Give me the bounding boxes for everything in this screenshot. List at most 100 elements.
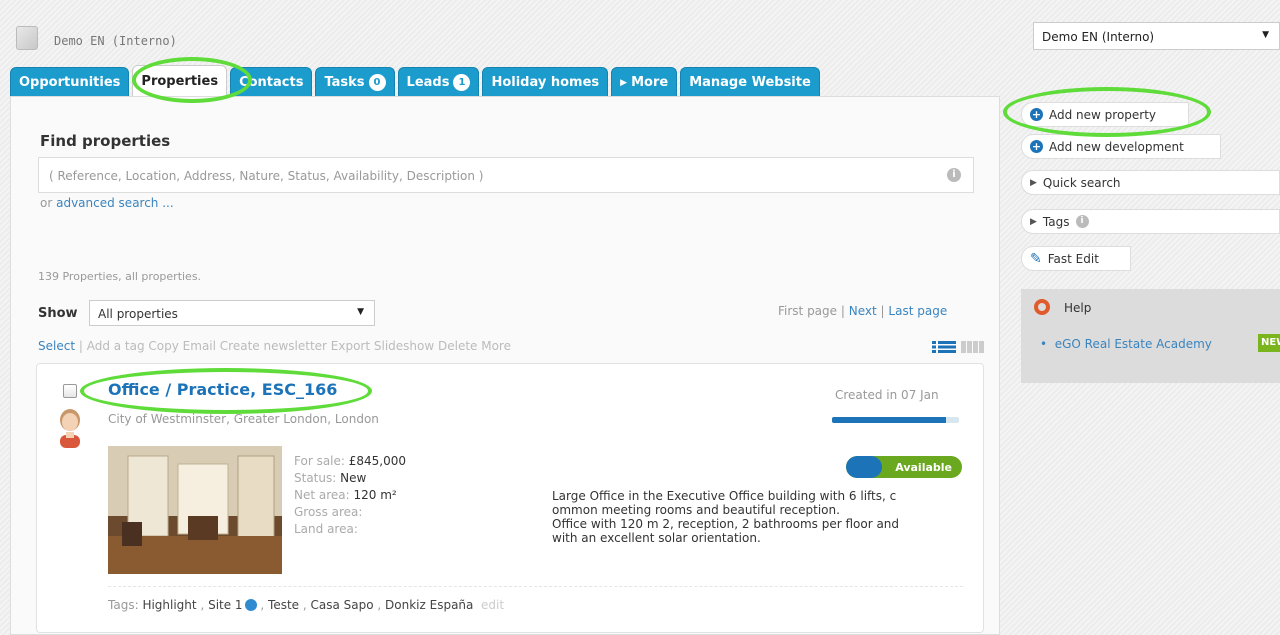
academy-link[interactable]: • eGO Real Estate Academy [1040, 337, 1212, 351]
completeness-bar [832, 417, 959, 423]
property-description: Large Office in the Executive Office bui… [552, 489, 972, 545]
last-page-link[interactable]: Last page [888, 304, 947, 318]
property-select-checkbox[interactable] [63, 384, 77, 398]
tab-contacts[interactable]: Contacts [230, 67, 313, 97]
show-filter-value: All properties [98, 307, 178, 321]
fast-edit-label: Fast Edit [1047, 251, 1099, 266]
tab-properties[interactable]: Properties [132, 65, 228, 97]
quick-search-label: Quick search [1042, 175, 1121, 190]
academy-label: eGO Real Estate Academy [1054, 337, 1212, 351]
add-new-property-button[interactable]: + Add new property [1021, 102, 1189, 127]
workspace-select-value: Demo EN (Interno) [1042, 30, 1155, 44]
tab-leads[interactable]: Leads 1 [397, 67, 480, 97]
detail-status: Status: New [294, 470, 406, 487]
triangle-right-icon: ▶ [1030, 216, 1037, 227]
tag-item[interactable]: Casa Sapo [311, 598, 374, 612]
results-count: 139 Properties, all properties. [38, 270, 202, 283]
property-title-link[interactable]: Office / Practice, ESC_166 [108, 380, 337, 399]
find-properties-title: Find properties [40, 132, 171, 150]
property-location: City of Westminster, Greater London, Lon… [108, 412, 379, 426]
description-line: Large Office in the Executive Office bui… [552, 489, 897, 503]
tab-label: Contacts [239, 75, 304, 90]
description-line: Office with 120 m 2, reception, 2 bathro… [552, 517, 900, 531]
tab-label: Holiday homes [491, 75, 600, 90]
tags-sidebar-label: Tags [1042, 214, 1070, 229]
card-divider [108, 586, 963, 587]
first-page-label: First page [778, 304, 838, 318]
detail-label: Gross area: [294, 505, 363, 519]
globe-icon [244, 599, 257, 611]
tag-item[interactable]: Highlight [142, 598, 196, 612]
grid-view-icon[interactable] [961, 341, 985, 353]
tab-manage-website[interactable]: Manage Website [680, 67, 820, 97]
show-label: Show [38, 306, 78, 321]
pager-separator: | [880, 304, 885, 318]
tags-toggle[interactable]: ▶ Tags i [1021, 209, 1280, 234]
tab-more[interactable]: ▶ More [611, 67, 678, 97]
tag-item[interactable]: Teste [268, 598, 299, 612]
tab-label: More [631, 75, 669, 90]
detail-value: New [340, 471, 367, 485]
tab-label: Tasks [324, 75, 365, 90]
toggle-knob [846, 456, 882, 478]
plus-icon: + [1030, 108, 1043, 121]
help-title: Help [1064, 301, 1092, 315]
detail-label: For sale: [294, 454, 345, 468]
list-view-icon[interactable] [932, 341, 956, 353]
advanced-search-link[interactable]: advanced search ... [56, 196, 174, 210]
plus-icon: + [1030, 140, 1043, 153]
detail-net-area: Net area: 120 m² [294, 487, 406, 504]
main-tabs: Opportunities Properties Contacts Tasks 0… [10, 65, 820, 97]
show-filter-select[interactable]: All properties ▼ [89, 300, 375, 326]
fast-edit-button[interactable]: ✎ Fast Edit [1021, 246, 1131, 271]
info-icon[interactable]: i [947, 168, 961, 182]
tasks-count-badge: 0 [368, 74, 386, 91]
bulk-actions-row: Select | Add a tag Copy Email Create new… [38, 339, 511, 353]
detail-land-area: Land area: [294, 521, 406, 538]
caret-down-icon: ▼ [1262, 30, 1269, 40]
select-link[interactable]: Select [38, 339, 75, 353]
detail-value: 120 m² [353, 488, 397, 502]
workspace-select[interactable]: Demo EN (Interno) ▼ [1033, 22, 1280, 50]
created-date: Created in 07 Jan [835, 388, 939, 402]
tab-opportunities[interactable]: Opportunities [10, 67, 130, 97]
tags-label: Tags: [108, 598, 139, 612]
triangle-right-icon: ▶ [620, 77, 628, 88]
advanced-search-row: or advanced search ... [40, 196, 174, 210]
detail-gross-area: Gross area: [294, 504, 406, 521]
caret-down-icon: ▼ [357, 307, 364, 317]
tag-item[interactable]: Donkiz España [385, 598, 473, 612]
tab-tasks[interactable]: Tasks 0 [315, 67, 395, 97]
tab-label: Properties [141, 74, 219, 89]
property-details: For sale: £845,000 Status: New Net area:… [294, 453, 406, 538]
availability-label: Available [895, 460, 952, 474]
property-tags: Tags: Highlight , Site 1 , Teste , Casa … [108, 598, 505, 612]
agent-avatar [60, 409, 80, 448]
quick-search-toggle[interactable]: ▶ Quick search [1021, 170, 1280, 195]
next-page-link[interactable]: Next [849, 304, 877, 318]
description-line: ommon meeting rooms and beautiful recept… [552, 503, 840, 517]
property-photo[interactable] [108, 446, 282, 574]
help-panel [1021, 289, 1280, 383]
tag-item[interactable]: Site 1 [208, 598, 243, 612]
new-badge: NEW [1258, 334, 1280, 352]
availability-toggle[interactable]: Available [846, 456, 962, 478]
tab-label: Opportunities [19, 75, 121, 90]
tab-holiday-homes[interactable]: Holiday homes [482, 67, 609, 97]
completeness-bar-fill [832, 417, 947, 423]
detail-price: For sale: £845,000 [294, 453, 406, 470]
edit-tags-link[interactable]: edit [481, 598, 504, 612]
search-input[interactable]: ( Reference, Location, Address, Nature, … [38, 157, 974, 193]
bulk-actions[interactable]: | Add a tag Copy Email Create newsletter… [79, 339, 511, 353]
tab-label: Manage Website [689, 75, 811, 90]
info-icon[interactable]: i [1075, 215, 1089, 228]
app-logo-icon [16, 26, 38, 50]
detail-label: Land area: [294, 522, 358, 536]
add-new-development-button[interactable]: + Add new development [1021, 134, 1221, 159]
pencil-icon: ✎ [1030, 250, 1042, 267]
triangle-right-icon: ▶ [1030, 177, 1037, 188]
add-property-label: Add new property [1049, 107, 1157, 122]
detail-label: Status: [294, 471, 337, 485]
app-title: Demo EN (Interno) [54, 34, 177, 48]
detail-label: Net area: [294, 488, 350, 502]
